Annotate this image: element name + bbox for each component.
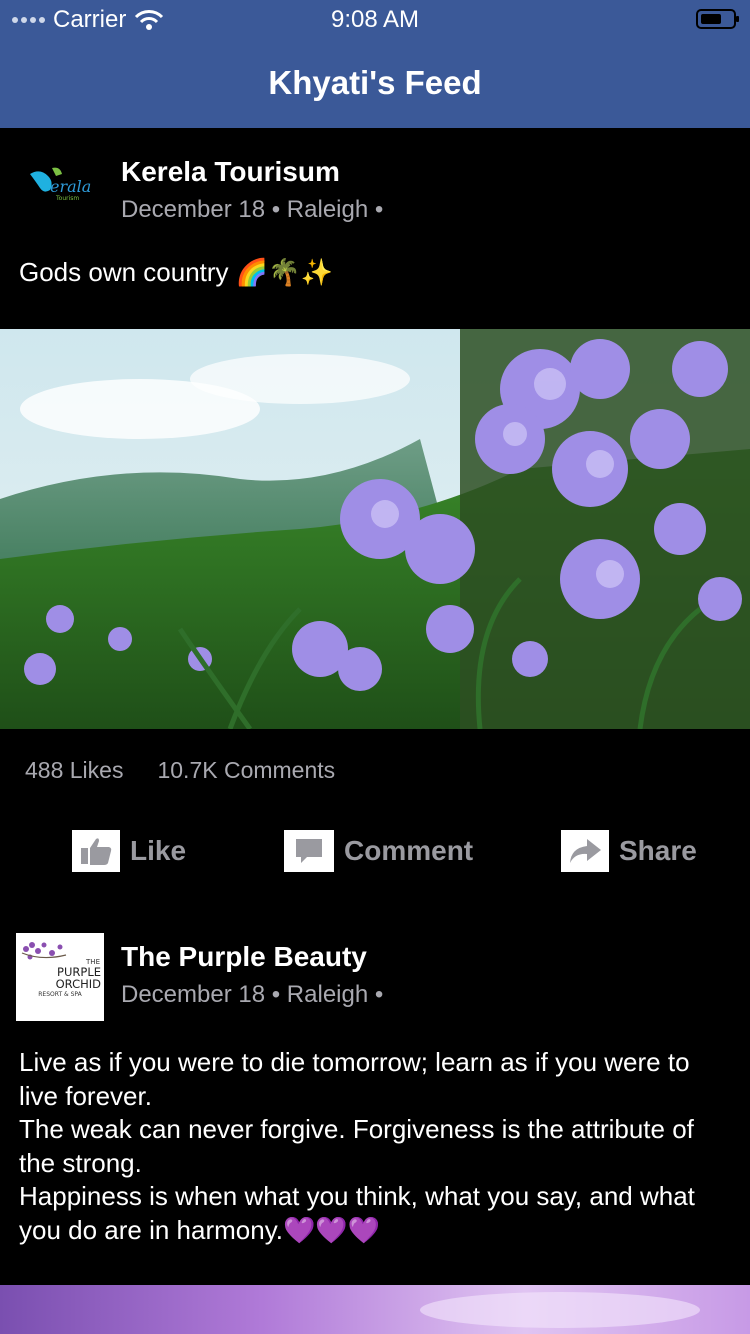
like-icon [72, 830, 120, 872]
comment-icon [284, 830, 334, 872]
comments-count[interactable]: 10.7K Comments [157, 757, 335, 784]
post-header: THE PURPLE ORCHID RESORT & SPA The Purpl… [0, 933, 750, 1029]
page-title: Khyati's Feed [268, 64, 482, 101]
svg-text:erala: erala [50, 177, 91, 196]
like-button[interactable]: Like [72, 830, 186, 872]
purple-landscape-image [0, 1285, 750, 1334]
avatar[interactable]: erala Tourism [16, 148, 104, 236]
post-header: erala Tourism Kerela Tourisum December 1… [0, 148, 750, 244]
share-icon [561, 830, 609, 872]
battery-icon [696, 9, 739, 29]
share-label: Share [619, 835, 697, 866]
post-meta: December 18 • Raleigh • [121, 196, 384, 223]
post-text: Gods own country 🌈🌴✨ [19, 257, 333, 287]
svg-text:Tourism: Tourism [55, 195, 79, 202]
like-label: Like [130, 835, 187, 866]
post-photo[interactable] [0, 329, 750, 729]
status-time: 9:08 AM [330, 6, 420, 33]
share-button[interactable]: Share [561, 830, 697, 872]
nav-bar: Khyati's Feed [0, 40, 750, 128]
post-actions: Like Comment Share [0, 830, 750, 876]
comment-button[interactable]: Comment [284, 830, 473, 872]
svg-text:ORCHID: ORCHID [56, 977, 102, 991]
post-stats: 488 Likes 10.7K Comments [25, 757, 335, 784]
purple-orchid-logo: THE PURPLE ORCHID RESORT & SPA [21, 942, 102, 998]
post-photo[interactable] [0, 1285, 750, 1334]
flower-landscape-image [0, 329, 750, 729]
kerala-tourism-logo: erala Tourism [30, 167, 91, 202]
post-meta: December 18 • Raleigh • [121, 981, 384, 1008]
post-author[interactable]: Kerela Tourisum [121, 156, 340, 188]
avatar[interactable]: THE PURPLE ORCHID RESORT & SPA [16, 933, 104, 1021]
status-bar: Carrier 9:08 AM [0, 0, 750, 40]
comment-label: Comment [344, 835, 474, 866]
post-author[interactable]: The Purple Beauty [121, 941, 367, 973]
post-text: Live as if you were to die tomorrow; lea… [19, 1047, 695, 1245]
likes-count[interactable]: 488 Likes [25, 757, 123, 784]
svg-text:RESORT & SPA: RESORT & SPA [38, 991, 82, 998]
